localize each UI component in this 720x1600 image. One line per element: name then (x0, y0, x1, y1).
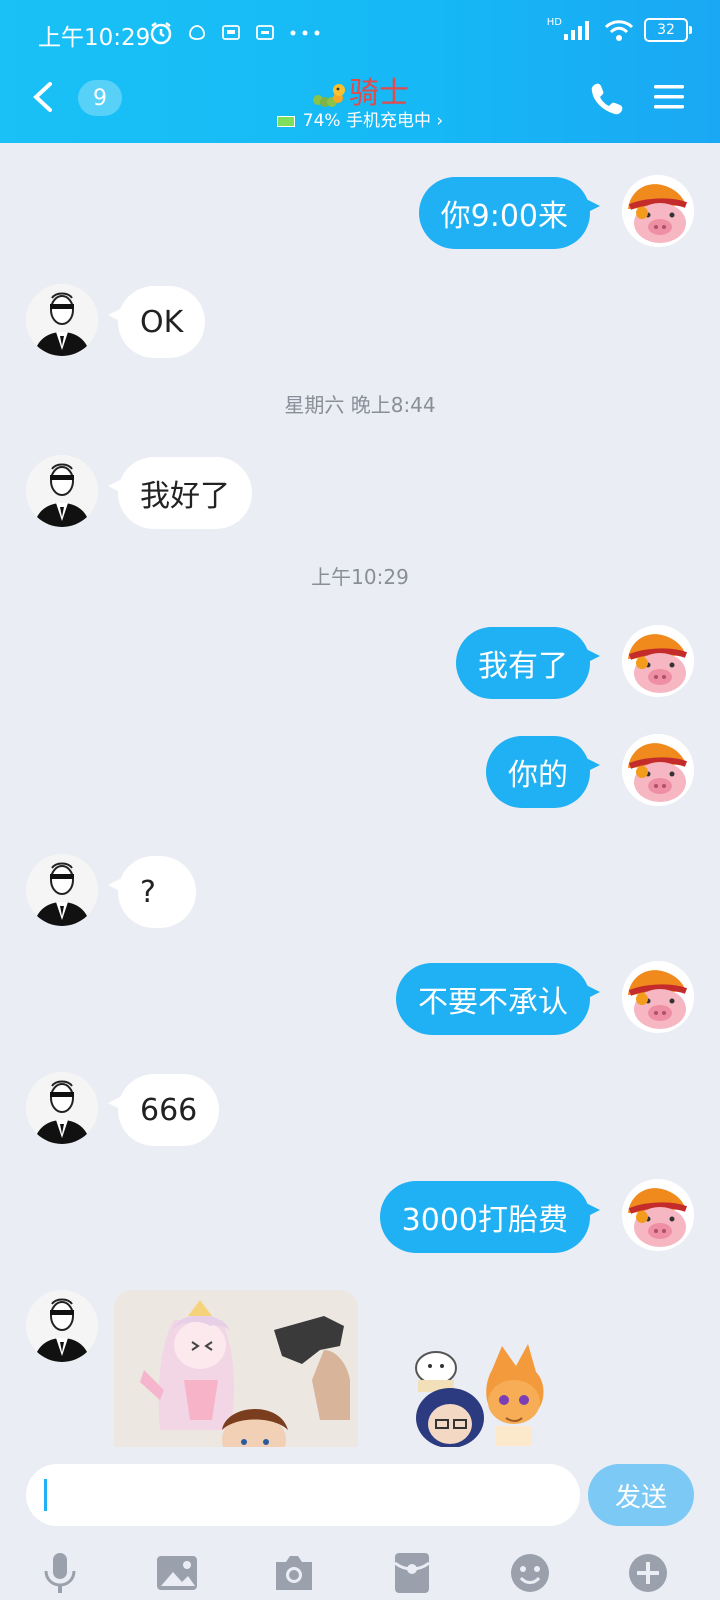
pig-avatar-icon (622, 625, 694, 697)
my-avatar[interactable] (622, 961, 694, 1033)
man-avatar-icon (26, 284, 98, 356)
battery-indicator: 32 (644, 18, 692, 42)
hd-label: HD (546, 16, 562, 28)
message-text: 666 (140, 1092, 198, 1128)
image-icon[interactable] (155, 1551, 199, 1595)
message-text: 我好了 (140, 479, 230, 514)
app-notification-icon-3 (256, 25, 274, 40)
my-avatar[interactable] (622, 625, 694, 697)
incoming-message-bubble[interactable]: ? (108, 856, 196, 928)
sticker-characters[interactable] (408, 1340, 578, 1450)
outgoing-message-bubble[interactable]: 我有了 (456, 627, 600, 699)
man-avatar-icon (26, 854, 98, 926)
emoji-icon[interactable] (508, 1551, 552, 1595)
status-notification-icons (148, 20, 322, 46)
outgoing-message-bubble[interactable]: 不要不承认 (396, 963, 600, 1035)
status-time: 上午10:29 (38, 25, 151, 51)
camera-icon[interactable] (272, 1551, 316, 1595)
status-bar: 上午10:29 HD 32 (0, 0, 720, 66)
contact-avatar[interactable] (26, 284, 98, 356)
anime-gun-image (114, 1290, 358, 1460)
pig-avatar-icon (622, 734, 694, 806)
incoming-message-bubble[interactable]: 666 (107, 1074, 220, 1146)
image-message[interactable] (114, 1290, 358, 1460)
outgoing-message-bubble[interactable]: 3000打胎费 (379, 1181, 601, 1253)
message-input[interactable] (26, 1464, 580, 1526)
more-dots-icon (290, 30, 320, 36)
chat-header: 上午10:29 HD 32 9 骑士 74% 手机充电中 › (0, 0, 720, 143)
alarm-icon (150, 22, 172, 45)
chat-input-bar: 发送 (0, 1447, 720, 1600)
menu-icon[interactable] (652, 80, 686, 114)
contact-status-text: 74% 手机充电中 › (302, 111, 444, 131)
status-right: HD 32 (546, 16, 692, 42)
message-text: 3000打胎费 (401, 1203, 568, 1238)
contact-avatar[interactable] (26, 854, 98, 926)
incoming-message-bubble[interactable]: OK (107, 286, 206, 358)
contact-avatar[interactable] (26, 1290, 98, 1362)
signal-icon (564, 21, 589, 40)
pig-avatar-icon (622, 961, 694, 1033)
my-avatar[interactable] (622, 175, 694, 247)
send-button[interactable]: 发送 (588, 1464, 694, 1526)
message-text: 你的 (508, 758, 568, 793)
message-text: 你9:00来 (440, 199, 568, 234)
app-notification-icon (189, 25, 205, 40)
man-avatar-icon (26, 455, 98, 527)
plus-icon[interactable] (626, 1551, 670, 1595)
man-avatar-icon (26, 1290, 98, 1362)
contact-avatar[interactable] (26, 455, 98, 527)
microphone-icon[interactable] (38, 1551, 82, 1595)
chat-message-list[interactable]: 你9:00来 OK 星期六 晚上8:44 我好了 上午10:29 我有了 你的 … (0, 143, 720, 1463)
text-caret (44, 1479, 47, 1511)
my-avatar[interactable] (622, 734, 694, 806)
message-text: ? (140, 874, 156, 910)
battery-status-icon (276, 115, 295, 127)
red-packet-icon[interactable] (390, 1551, 434, 1595)
cartoon-sticker-image (415, 1344, 544, 1448)
my-avatar[interactable] (622, 1179, 694, 1251)
message-timestamp: 星期六 晚上8:44 (284, 393, 436, 417)
message-text: 不要不承认 (418, 985, 568, 1020)
message-text: OK (140, 304, 184, 340)
outgoing-message-bubble[interactable]: 你9:00来 (418, 177, 601, 249)
wifi-icon (604, 20, 634, 41)
message-text: 我有了 (478, 649, 568, 684)
man-avatar-icon (26, 1072, 98, 1144)
contact-avatar[interactable] (26, 1072, 98, 1144)
message-timestamp: 上午10:29 (311, 565, 409, 589)
pig-avatar-icon (622, 175, 694, 247)
battery-level: 32 (657, 22, 675, 38)
incoming-message-bubble[interactable]: 我好了 (108, 457, 252, 529)
pig-avatar-icon (622, 1179, 694, 1251)
caterpillar-icon (313, 83, 345, 107)
phone-call-icon[interactable] (588, 80, 624, 116)
app-notification-icon-2 (222, 25, 240, 40)
outgoing-message-bubble[interactable]: 你的 (486, 736, 600, 808)
